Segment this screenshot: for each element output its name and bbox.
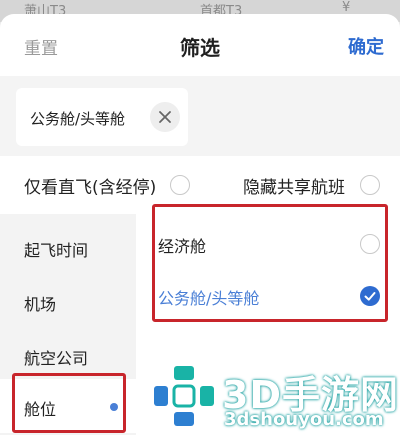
option-economy[interactable]: 经济舱	[136, 216, 400, 270]
sheet-header: 重置 筛选 确定	[0, 14, 400, 76]
category-label: 机场	[24, 295, 57, 314]
option-economy-radio[interactable]	[360, 234, 380, 254]
check-icon	[364, 292, 376, 301]
active-indicator-dot	[110, 403, 118, 411]
quick-toggles-row: 仅看直飞(含经停) 隐藏共享航班	[0, 156, 400, 214]
option-business-first[interactable]: 公务舱/头等舱	[136, 270, 400, 324]
category-label: 航空公司	[24, 349, 89, 368]
filter-category-list: 起飞时间 机场 航空公司 舱位	[0, 214, 136, 435]
category-label: 起飞时间	[24, 241, 89, 260]
hide-codeshare-toggle[interactable]	[360, 175, 380, 195]
selected-filters-area: 公务舱/头等舱	[0, 76, 400, 156]
close-icon	[159, 111, 171, 123]
option-label: 经济舱	[158, 237, 207, 256]
selected-filter-chip: 公务舱/头等舱	[16, 88, 188, 146]
category-cabin-class[interactable]: 舱位	[0, 379, 136, 433]
direct-flights-label: 仅看直飞(含经停)	[24, 178, 157, 198]
background-text: ¥	[342, 0, 351, 15]
category-airport[interactable]: 机场	[0, 274, 136, 328]
remove-filter-button[interactable]	[150, 102, 180, 132]
category-airline[interactable]: 航空公司	[0, 328, 136, 382]
hide-codeshare-label: 隐藏共享航班	[243, 178, 345, 198]
site-watermark: 3D手游网 3dshouyou.com	[150, 362, 400, 435]
watermark-url: 3dshouyou.com	[224, 409, 384, 430]
option-business-first-radio[interactable]	[360, 286, 380, 306]
sheet-title: 筛选	[180, 36, 220, 60]
confirm-button[interactable]: 确定	[348, 33, 384, 59]
chip-label: 公务舱/头等舱	[30, 110, 126, 128]
direct-flights-toggle[interactable]	[170, 175, 190, 195]
category-label: 舱位	[24, 400, 57, 419]
watermark-logo-icon	[154, 366, 214, 426]
option-label: 公务舱/头等舱	[158, 289, 260, 308]
category-departure-time[interactable]: 起飞时间	[0, 220, 136, 274]
